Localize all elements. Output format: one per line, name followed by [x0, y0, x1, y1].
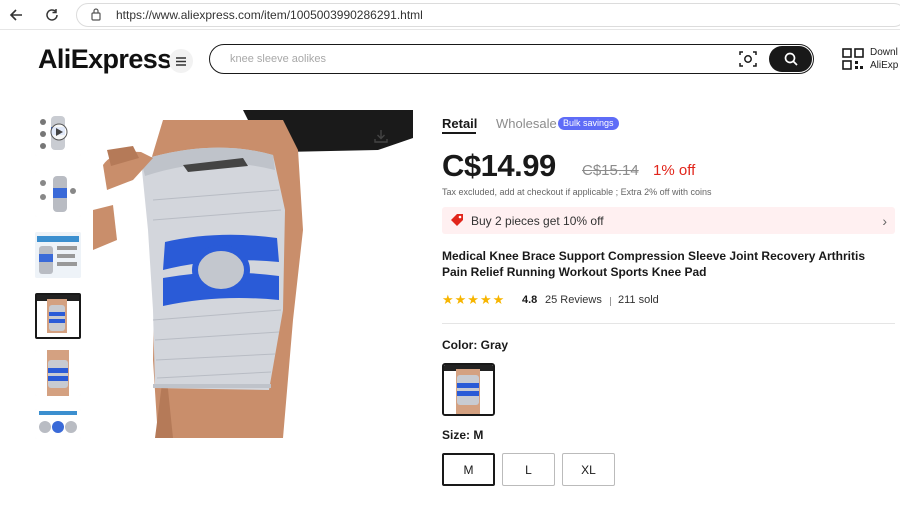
size-label: Size: M — [442, 428, 484, 442]
discount-label: 1% off — [653, 162, 696, 179]
search-bar — [209, 44, 814, 74]
lock-icon — [91, 8, 101, 21]
size-option-m[interactable]: M — [442, 453, 495, 486]
thumbnail-item[interactable] — [35, 171, 81, 217]
product-title: Medical Knee Brace Support Compression S… — [442, 249, 866, 279]
size-option-l[interactable]: L — [502, 453, 555, 486]
sold-count: 211 sold — [618, 294, 659, 306]
tab-wholesale[interactable]: Wholesale — [496, 116, 557, 131]
app-text-line1: Downl — [870, 47, 898, 58]
search-icon — [784, 52, 798, 66]
divider — [610, 297, 611, 306]
coupon-tag-icon — [451, 214, 463, 226]
thumbnail-item-selected[interactable] — [35, 293, 81, 339]
download-app-link[interactable]: Downl AliExp — [870, 46, 898, 72]
color-label: Color: Gray — [442, 338, 509, 352]
url-text[interactable]: https://www.aliexpress.com/item/10050039… — [116, 8, 423, 22]
rating-stars: ★★★★★ — [442, 292, 506, 307]
reload-icon[interactable] — [42, 5, 62, 25]
menu-icon[interactable] — [169, 49, 193, 73]
bulk-savings-badge: Bulk savings — [558, 117, 619, 130]
download-image-icon[interactable] — [373, 128, 389, 144]
promo-banner[interactable]: Buy 2 pieces get 10% off › — [442, 207, 895, 234]
color-swatch-gray[interactable] — [442, 363, 495, 416]
search-button[interactable] — [769, 46, 812, 72]
qr-code-icon[interactable] — [842, 48, 864, 70]
thumbnail-video[interactable] — [35, 110, 81, 156]
rating-value: 4.8 — [522, 294, 538, 306]
thumbnail-item[interactable] — [35, 232, 81, 278]
size-option-xl[interactable]: XL — [562, 453, 615, 486]
reviews-link[interactable]: 25 Reviews — [545, 294, 602, 306]
tab-retail[interactable]: Retail — [442, 116, 477, 131]
current-price: C$14.99 — [442, 148, 556, 183]
tab-active-indicator — [442, 132, 476, 134]
promo-text: Buy 2 pieces get 10% off — [471, 214, 604, 228]
thumbnail-item[interactable] — [35, 409, 81, 439]
browser-toolbar: https://www.aliexpress.com/item/10050039… — [0, 0, 900, 30]
tax-note: Tax excluded, add at checkout if applica… — [442, 187, 712, 197]
logo-text: AliExpress — [38, 44, 172, 74]
search-input[interactable] — [230, 51, 710, 67]
app-text-line2: AliExp — [870, 60, 899, 71]
original-price: C$15.14 — [582, 162, 639, 179]
chevron-right-icon: › — [882, 213, 887, 229]
main-product-image[interactable] — [93, 110, 413, 438]
back-icon[interactable] — [6, 5, 26, 25]
section-divider — [442, 323, 895, 324]
aliexpress-logo[interactable]: AliExpress — [38, 44, 172, 75]
thumbnail-item[interactable] — [35, 350, 81, 396]
image-search-icon[interactable] — [738, 49, 758, 69]
